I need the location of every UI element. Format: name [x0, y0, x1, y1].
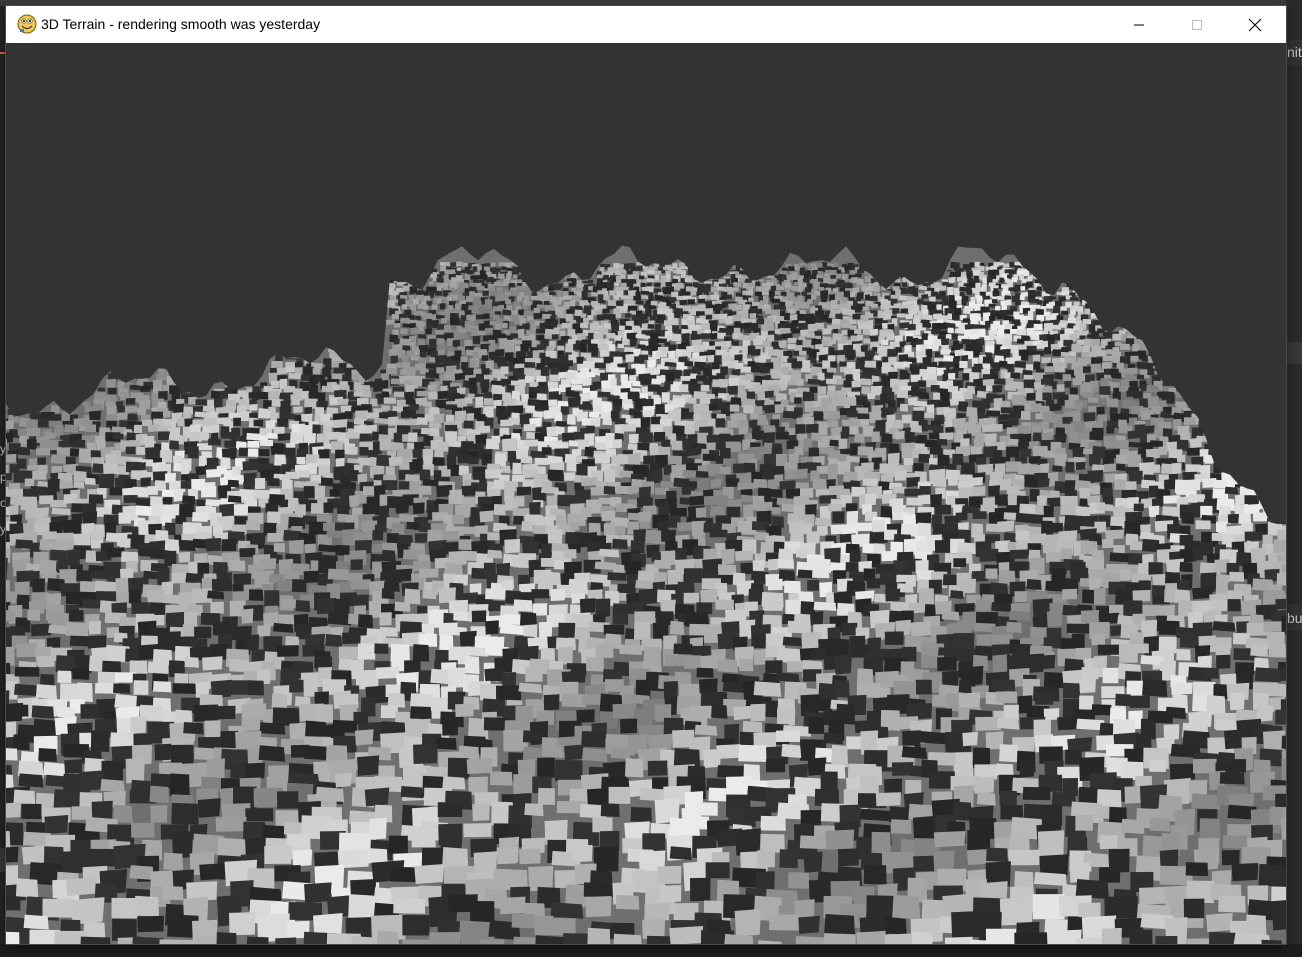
- close-icon: [1248, 18, 1262, 31]
- minimize-button[interactable]: [1110, 6, 1168, 43]
- background-right-tab: [1286, 342, 1302, 364]
- close-button[interactable]: [1226, 6, 1284, 43]
- window-titlebar[interactable]: 3D Terrain - rendering smooth was yester…: [6, 6, 1286, 43]
- minimize-icon: [1134, 24, 1144, 25]
- maximize-icon: [1192, 19, 1202, 30]
- maximize-button[interactable]: [1168, 6, 1226, 43]
- background-statusbar: [0, 944, 1302, 957]
- background-text-fragment: bu: [1287, 610, 1302, 626]
- background-right-panel: [1286, 0, 1302, 957]
- background-text-fragment: nit: [1287, 44, 1302, 60]
- pygame-window[interactable]: 3D Terrain - rendering smooth was yester…: [6, 6, 1286, 944]
- window-title: 3D Terrain - rendering smooth was yester…: [41, 16, 321, 32]
- terrain-render-viewport[interactable]: [6, 43, 1286, 944]
- pygame-snake-icon: [17, 14, 37, 34]
- terrain-mesh-render: [6, 245, 1286, 944]
